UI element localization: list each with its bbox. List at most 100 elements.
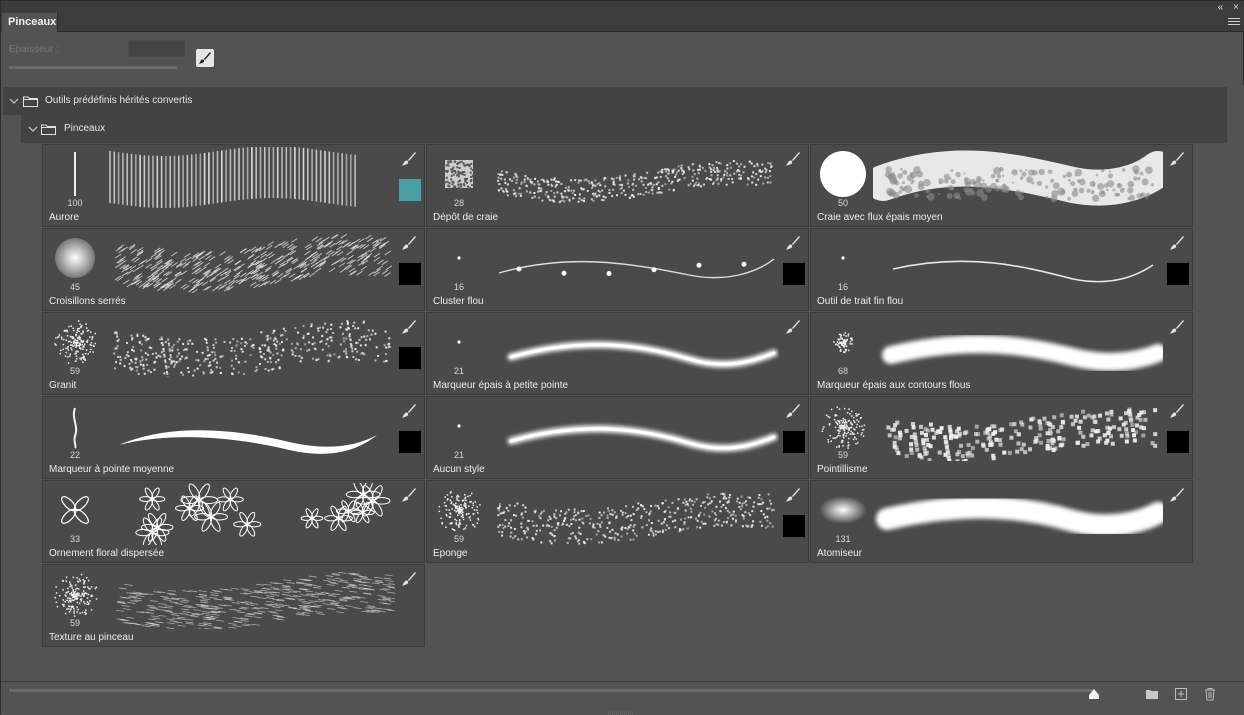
brush-size-label: 22 [51, 450, 99, 460]
brush-color-swatch [399, 179, 421, 201]
brush-name: Outil de trait fin flou [817, 296, 903, 307]
brush-tip-preview [51, 486, 99, 534]
brush-tip-preview [435, 486, 483, 534]
brush-tile[interactable]: 59Eponge [426, 480, 809, 563]
brush-size-label: 28 [435, 198, 483, 208]
brush-size-label: 131 [819, 534, 867, 544]
brush-tile[interactable]: 68Marqueur épais aux contours flous [810, 312, 1193, 395]
brush-stroke-preview [105, 567, 395, 629]
slider-thumb[interactable] [1088, 688, 1100, 700]
brush-icon[interactable] [401, 571, 417, 587]
preset-group-brushes[interactable]: Pinceaux [21, 115, 1227, 143]
collapse-panel-icon[interactable]: « [1218, 2, 1224, 13]
brush-icon[interactable] [785, 403, 801, 419]
chevron-down-icon[interactable] [9, 96, 19, 106]
brush-stroke-preview [489, 399, 779, 461]
brushes-panel: « × Pinceaux Epaisseur : Outils prédéfin… [0, 0, 1244, 714]
brush-size-label: 21 [435, 366, 483, 376]
tab-bar: Pinceaux [1, 13, 1244, 32]
brush-name: Aurore [49, 212, 79, 223]
brush-tip-preview [435, 402, 483, 450]
brush-size-label: 100 [51, 198, 99, 208]
brush-tip-preview [819, 150, 867, 198]
panel-title-strip: « × [1, 1, 1244, 13]
brush-name: Granit [49, 380, 76, 391]
brush-tip-preview [435, 234, 483, 282]
preview-size-slider[interactable] [9, 689, 1094, 692]
brush-name: Dépôt de craie [433, 212, 498, 223]
resize-grip[interactable] [606, 710, 636, 715]
brush-stroke-preview [105, 231, 395, 293]
brush-icon[interactable] [1169, 235, 1185, 251]
group-label: Outils prédéfinis hérités convertis [45, 95, 192, 106]
brush-icon[interactable] [401, 403, 417, 419]
size-label: Epaisseur : [9, 44, 59, 55]
brush-name: Marqueur épais à petite pointe [433, 380, 568, 391]
size-slider[interactable] [9, 66, 177, 69]
brush-stroke-preview [489, 315, 779, 377]
brush-stroke-preview [873, 147, 1163, 209]
brush-icon[interactable] [401, 487, 417, 503]
new-brush-icon[interactable] [1174, 687, 1188, 701]
panel-menu-icon[interactable] [1228, 16, 1240, 28]
brush-name: Marqueur à pointe moyenne [49, 464, 174, 475]
brush-name: Cluster flou [433, 296, 484, 307]
brush-name: Aucun style [433, 464, 485, 475]
brush-tile[interactable]: 22 Marqueur à pointe moyenne [42, 396, 425, 479]
brush-stroke-preview [489, 147, 779, 209]
chevron-down-icon[interactable] [28, 124, 38, 134]
new-group-folder-icon[interactable] [1145, 687, 1159, 701]
brush-icon[interactable] [401, 319, 417, 335]
size-input[interactable] [128, 40, 185, 57]
preset-group-legacy[interactable]: Outils prédéfinis hérités convertis [3, 87, 1227, 115]
close-panel-icon[interactable]: × [1233, 2, 1239, 13]
brush-color-swatch [1167, 263, 1189, 285]
brush-tile[interactable]: 28 Dépôt de craie [426, 144, 809, 227]
brush-icon[interactable] [1169, 151, 1185, 167]
brush-size-label: 68 [819, 366, 867, 376]
brush-stroke-preview [105, 315, 395, 377]
trash-icon[interactable] [1203, 687, 1217, 701]
brush-tile[interactable]: 21Aucun style [426, 396, 809, 479]
brush-tile[interactable]: 50Craie avec flux épais moyen [810, 144, 1193, 227]
brush-stroke-preview [105, 483, 395, 545]
brush-tile[interactable]: 33Ornement floral dispersée [42, 480, 425, 563]
brush-tile[interactable]: 59 Granit [42, 312, 425, 395]
brush-tip-preview [819, 486, 867, 534]
brush-color-swatch [399, 347, 421, 369]
brush-list[interactable]: Outils prédéfinis hérités convertis Pinc… [1, 85, 1244, 681]
brush-icon[interactable] [401, 235, 417, 251]
brush-size-label: 59 [435, 534, 483, 544]
brush-tip-preview [51, 570, 99, 618]
brush-size-label: 59 [51, 366, 99, 376]
brush-icon[interactable] [1169, 319, 1185, 335]
brush-tile[interactable]: 21 Marqueur épais à petite pointe [426, 312, 809, 395]
brush-tile[interactable]: 100 Aurore [42, 144, 425, 227]
brush-tip-preview [435, 150, 483, 198]
brush-tile[interactable]: 59Pointillisme [810, 396, 1193, 479]
brush-icon[interactable] [785, 235, 801, 251]
brush-icon[interactable] [785, 151, 801, 167]
brush-name: Pointillisme [817, 464, 868, 475]
brush-size-label: 59 [51, 618, 99, 628]
brush-color-swatch [783, 263, 805, 285]
brush-tip-preview [819, 234, 867, 282]
brush-tile[interactable]: 16Outil de trait fin flou [810, 228, 1193, 311]
tab-brushes[interactable]: Pinceaux [2, 13, 58, 32]
brush-tile[interactable]: 131Atomiseur [810, 480, 1193, 563]
brush-settings-icon[interactable] [196, 49, 214, 67]
brush-name: Texture au pinceau [49, 632, 134, 643]
brush-stroke-preview [873, 315, 1163, 377]
brush-tile[interactable]: 59 Texture au pinceau [42, 564, 425, 647]
brush-icon[interactable] [785, 319, 801, 335]
group-label: Pinceaux [64, 123, 105, 134]
brush-icon[interactable] [1169, 487, 1185, 503]
brush-icon[interactable] [785, 487, 801, 503]
brush-size-label: 33 [51, 534, 99, 544]
brush-icon[interactable] [1169, 403, 1185, 419]
brush-tile[interactable]: 45Croisillons serrés [42, 228, 425, 311]
brush-tip-preview [51, 402, 99, 450]
brush-tile[interactable]: 16Cluster flou [426, 228, 809, 311]
brush-icon[interactable] [401, 151, 417, 167]
brush-color-swatch [783, 431, 805, 453]
